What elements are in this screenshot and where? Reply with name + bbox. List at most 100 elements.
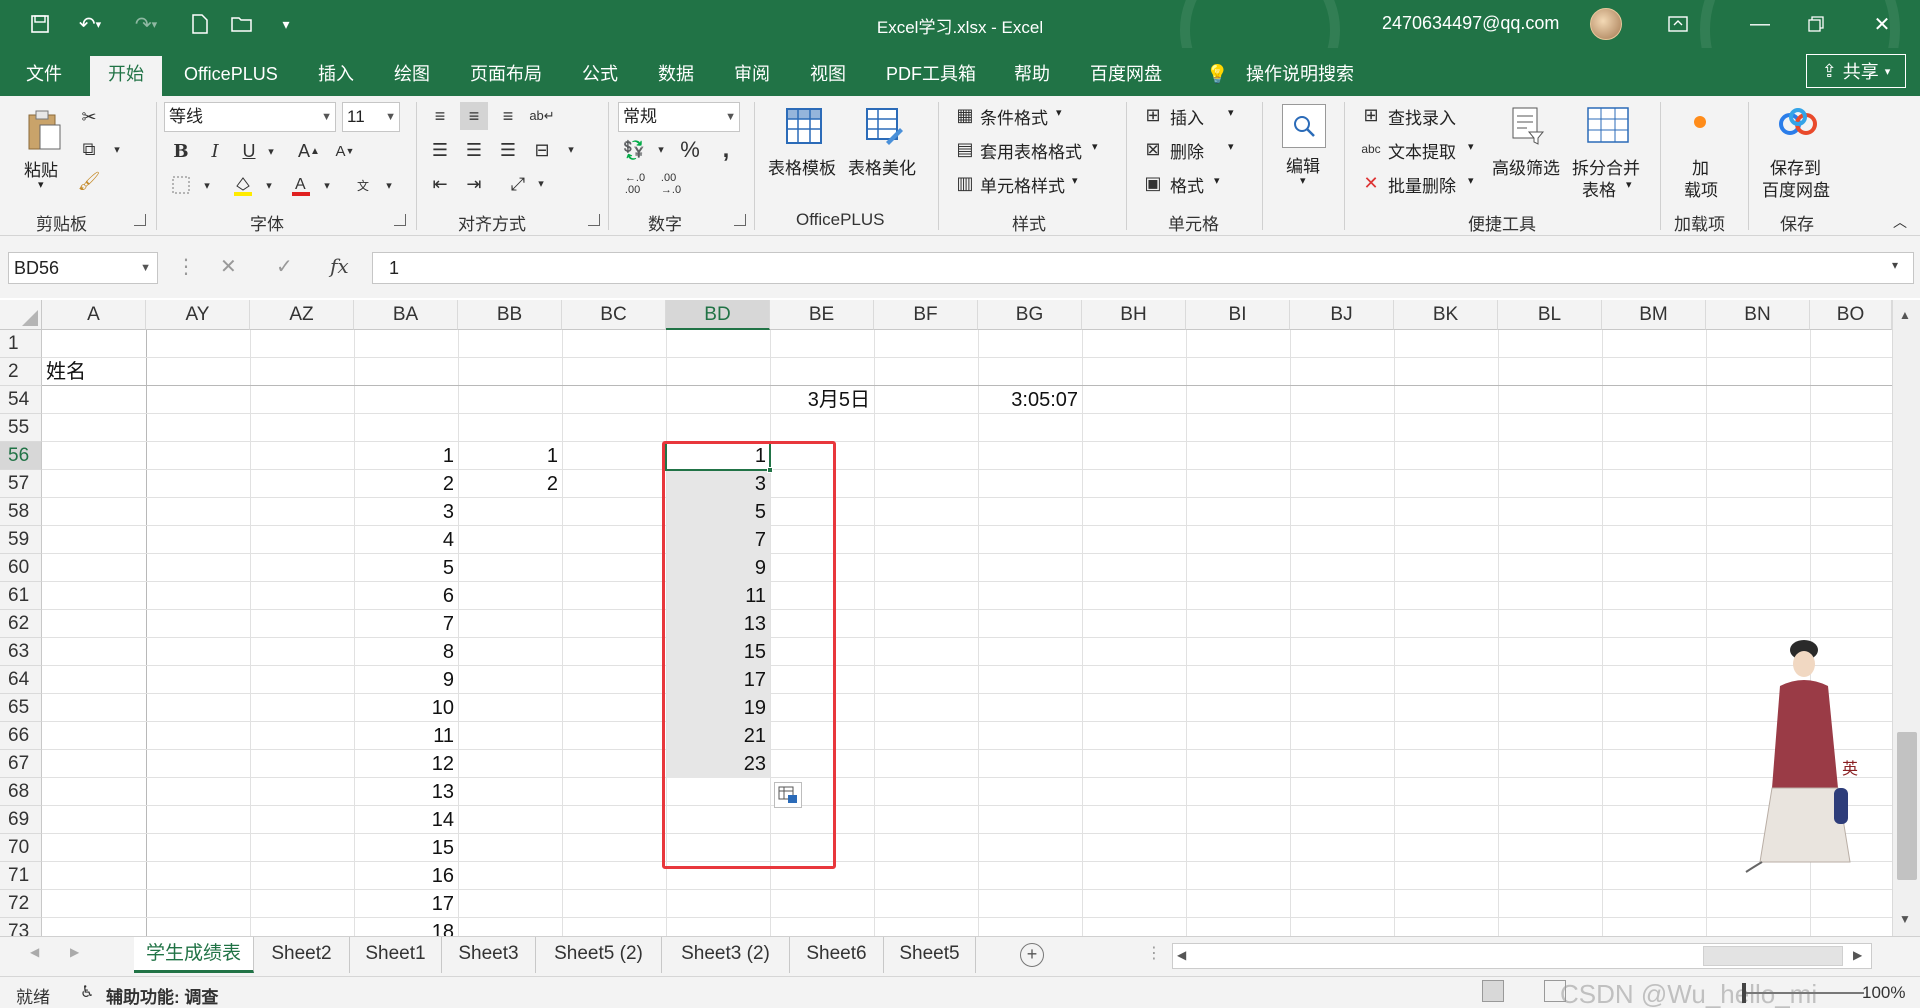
advanced-filter-button[interactable]: 高级筛选 [1492, 154, 1560, 179]
align-middle-icon[interactable]: ≡ [460, 102, 488, 130]
chevron-down-icon[interactable]: ▾ [1228, 106, 1234, 119]
chevron-down-icon[interactable]: ▾ [382, 178, 396, 192]
percent-button[interactable]: % [676, 136, 704, 164]
row-header[interactable]: 58 [0, 498, 42, 526]
row-header[interactable]: 59 [0, 526, 42, 554]
save-to-netdisk-button-line2[interactable]: 百度网盘 [1762, 176, 1830, 201]
cell-BA68[interactable]: 13 [354, 778, 458, 806]
tab-draw[interactable]: 绘图 [394, 56, 430, 96]
phonetic-icon[interactable]: 文 [350, 172, 376, 198]
formula-input[interactable]: 1 [372, 252, 1914, 284]
table-format-icon[interactable]: ▤ [954, 138, 976, 160]
align-left-icon[interactable]: ☰ [426, 136, 454, 164]
column-header-BM[interactable]: BM [1602, 300, 1706, 330]
zoom-level[interactable]: 100% [1862, 983, 1905, 1003]
tab-file[interactable]: 文件 [26, 56, 62, 96]
batch-delete-icon[interactable]: ✕ [1360, 172, 1382, 194]
chevron-down-icon[interactable]: ▾ [1056, 106, 1062, 119]
batch-delete-button[interactable]: 批量删除 [1388, 172, 1456, 197]
row-header[interactable]: 64 [0, 666, 42, 694]
column-header-BD[interactable]: BD [666, 300, 770, 330]
cell-BB56[interactable]: 1 [458, 442, 562, 470]
tab-review[interactable]: 审阅 [734, 56, 770, 96]
tab-pdf-toolbox[interactable]: PDF工具箱 [886, 56, 976, 96]
zoom-slider-thumb[interactable] [1742, 983, 1746, 1003]
expand-formula-icon[interactable]: ▾ [1892, 258, 1898, 272]
row-header[interactable]: 63 [0, 638, 42, 666]
column-header-AZ[interactable]: AZ [250, 300, 354, 330]
collapse-ribbon-icon[interactable]: ︿ [1890, 212, 1910, 232]
row-header[interactable]: 1 [0, 330, 42, 358]
chevron-down-icon[interactable]: ▾ [1626, 178, 1632, 191]
row-header[interactable]: 68 [0, 778, 42, 806]
dialog-launcher-icon[interactable] [734, 214, 746, 226]
conditional-format-button[interactable]: 条件格式 [980, 104, 1048, 129]
underline-button[interactable]: U [236, 138, 262, 164]
spreadsheet-grid[interactable]: A AY AZ BA BB BC BD BE BF BG BH BI BJ BK… [0, 300, 1892, 936]
column-header-AY[interactable]: AY [146, 300, 250, 330]
copy-icon[interactable]: ⧉ [76, 136, 102, 162]
dialog-launcher-icon[interactable] [134, 214, 146, 226]
cell-BA65[interactable]: 10 [354, 694, 458, 722]
fill-color-icon[interactable] [230, 172, 256, 198]
bold-button[interactable]: B [168, 138, 194, 164]
tab-officeplus[interactable]: OfficePLUS [184, 56, 278, 96]
row-header[interactable]: 66 [0, 722, 42, 750]
chevron-down-icon[interactable]: ▾ [1072, 174, 1078, 187]
row-header[interactable]: 61 [0, 582, 42, 610]
cell-BA66[interactable]: 11 [354, 722, 458, 750]
add-sheet-icon[interactable]: + [1020, 943, 1044, 967]
row-header[interactable]: 62 [0, 610, 42, 638]
row-header[interactable]: 60 [0, 554, 42, 582]
sheet-tab[interactable]: Sheet5 [884, 937, 976, 973]
sheet-tab[interactable]: Sheet5 (2) [536, 937, 662, 973]
row-header[interactable]: 69 [0, 806, 42, 834]
cell-BB57[interactable]: 2 [458, 470, 562, 498]
sheet-tab-active[interactable]: 学生成绩表 [134, 937, 254, 973]
cell-styles-button[interactable]: 单元格样式 [980, 172, 1065, 197]
tab-home[interactable]: 开始 [90, 56, 162, 96]
conditional-format-icon[interactable]: ▦ [954, 104, 976, 126]
vertical-scrollbar[interactable]: ▲ ▼ [1892, 300, 1920, 936]
addins-icon[interactable] [1690, 112, 1710, 132]
table-template-icon[interactable] [784, 106, 824, 146]
cell-styles-icon[interactable]: ▥ [954, 172, 976, 194]
chevron-down-icon[interactable]: ▾ [38, 178, 44, 191]
decrease-font-icon[interactable]: A ▼ [332, 138, 358, 164]
row-header[interactable]: 2 [0, 358, 42, 386]
cell-BA57[interactable]: 2 [354, 470, 458, 498]
text-extract-icon[interactable]: abc [1360, 138, 1382, 160]
align-bottom-icon[interactable]: ≡ [494, 102, 522, 130]
insert-function-icon[interactable]: fx [330, 254, 349, 278]
cell-BA56[interactable]: 1 [354, 442, 458, 470]
select-all-corner[interactable] [0, 300, 42, 330]
column-header-BJ[interactable]: BJ [1290, 300, 1394, 330]
sheet-tab[interactable]: Sheet1 [350, 937, 442, 973]
chevron-down-icon[interactable]: ▾ [1468, 174, 1474, 187]
delete-cells-icon[interactable]: ⊠ [1142, 138, 1164, 160]
tab-view[interactable]: 视图 [810, 56, 846, 96]
format-painter-icon[interactable]: 🖌 [76, 168, 102, 194]
cancel-icon[interactable]: ✕ [220, 254, 237, 279]
cell-BA58[interactable]: 3 [354, 498, 458, 526]
font-size-select[interactable]: 11 ▼ [342, 102, 400, 132]
advanced-filter-icon[interactable] [1510, 106, 1546, 146]
row-header[interactable]: 70 [0, 834, 42, 862]
increase-font-icon[interactable]: A ▲ [296, 138, 322, 164]
align-top-icon[interactable]: ≡ [426, 102, 454, 130]
decrease-decimal-icon[interactable]: .00 →.0 [656, 170, 686, 198]
row-header[interactable]: 67 [0, 750, 42, 778]
tab-page-layout[interactable]: 页面布局 [470, 56, 542, 96]
tab-insert[interactable]: 插入 [318, 56, 354, 96]
split-merge-button-line2[interactable]: 表格 [1582, 176, 1616, 201]
magnifier-icon[interactable] [1282, 104, 1326, 148]
column-header-A[interactable]: A [42, 300, 146, 330]
delete-cells-button[interactable]: 删除 [1170, 138, 1204, 163]
chevron-down-icon[interactable]: ▾ [110, 142, 124, 156]
user-account[interactable]: 2470634497@qq.com [1382, 13, 1559, 34]
vertical-scroll-thumb[interactable] [1897, 732, 1917, 880]
orientation-icon[interactable]: ⤢ [504, 170, 532, 198]
horizontal-scroll-thumb[interactable] [1703, 946, 1843, 966]
scroll-right-icon[interactable]: ▶ [1853, 948, 1862, 962]
column-header-BF[interactable]: BF [874, 300, 978, 330]
